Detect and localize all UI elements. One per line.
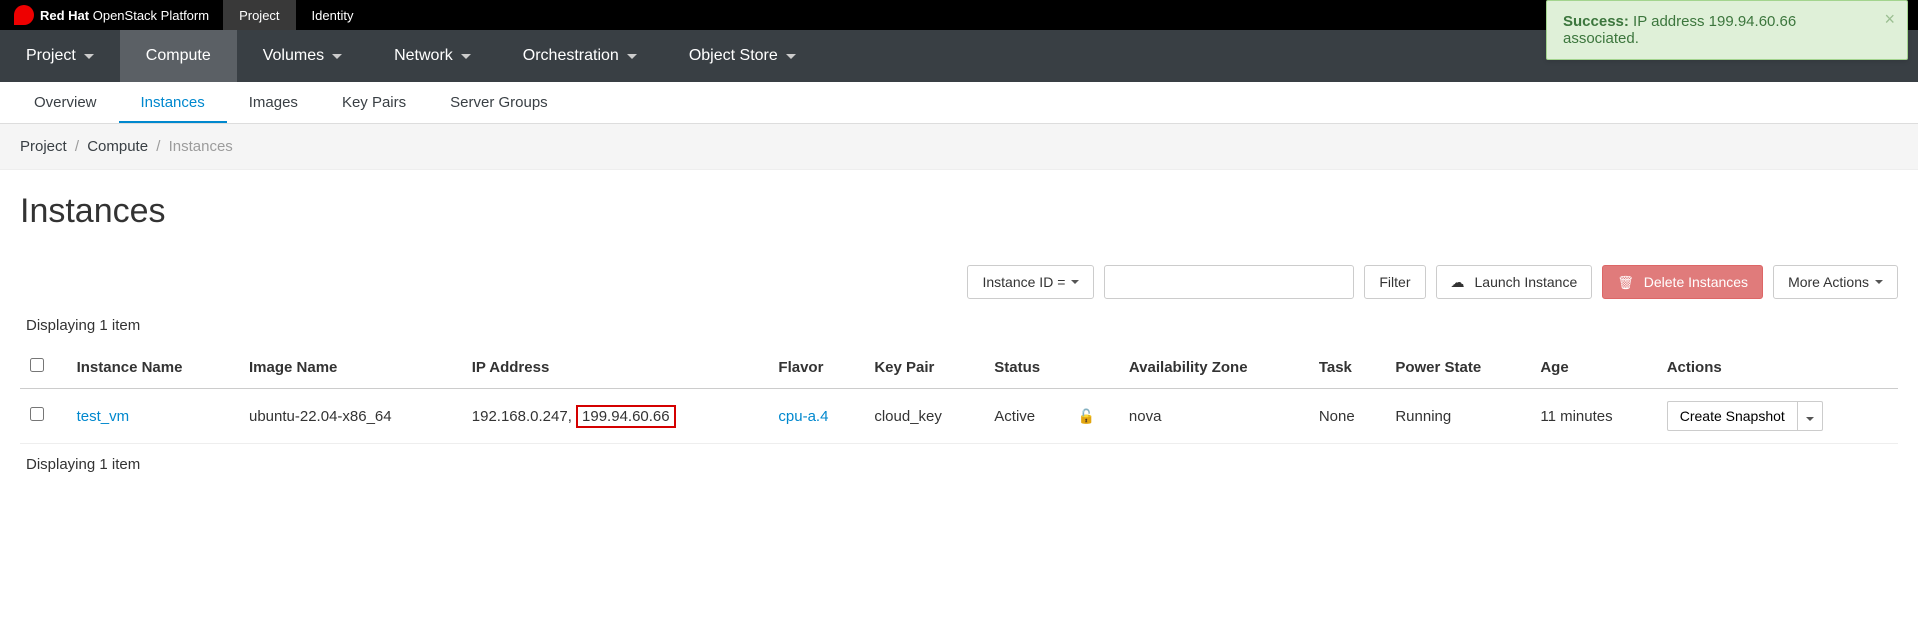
displaying-count-top: Displaying 1 item — [20, 317, 1898, 334]
cell-availability-zone: nova — [1119, 389, 1309, 444]
chevron-down-icon — [1806, 417, 1814, 421]
nav-project[interactable]: Project — [0, 30, 120, 82]
nav-project-label: Project — [26, 47, 76, 65]
breadcrumb-sep-icon: / — [156, 138, 160, 155]
cell-task: None — [1309, 389, 1386, 444]
subnav-instances[interactable]: Instances — [119, 84, 227, 123]
col-availability-zone: Availability Zone — [1119, 346, 1309, 389]
delete-instances-label: Delete Instances — [1644, 274, 1748, 290]
instances-table: Instance Name Image Name IP Address Flav… — [20, 346, 1898, 444]
subnav-server-groups[interactable]: Server Groups — [428, 84, 570, 123]
col-age: Age — [1530, 346, 1656, 389]
col-instance-name: Instance Name — [67, 346, 239, 389]
cell-age: 11 minutes — [1530, 389, 1656, 444]
nav-orchestration[interactable]: Orchestration — [497, 30, 663, 82]
ip-internal: 192.168.0.247, — [472, 408, 572, 425]
select-all-checkbox[interactable] — [30, 358, 44, 372]
page-title: Instances — [20, 192, 1898, 231]
nav-network-label: Network — [394, 47, 453, 65]
chevron-down-icon — [786, 54, 796, 59]
instance-name-link[interactable]: test_vm — [77, 408, 130, 425]
nav-volumes[interactable]: Volumes — [237, 30, 368, 82]
displaying-count-bottom: Displaying 1 item — [20, 456, 1898, 473]
col-ip-address: IP Address — [462, 346, 769, 389]
chevron-down-icon — [1875, 280, 1883, 284]
col-flavor: Flavor — [768, 346, 864, 389]
table-toolbar: Instance ID = Filter Launch Instance Del… — [20, 265, 1898, 299]
nav-object-store[interactable]: Object Store — [663, 30, 822, 82]
cell-ip-address: 192.168.0.247, 199.94.60.66 — [462, 389, 769, 444]
nav-compute-label: Compute — [146, 47, 211, 65]
top-tabs: Project Identity — [223, 0, 369, 30]
launch-instance-label: Launch Instance — [1475, 274, 1578, 290]
col-power-state: Power State — [1385, 346, 1530, 389]
filter-field-select[interactable]: Instance ID = — [967, 265, 1094, 299]
nav-network[interactable]: Network — [368, 30, 497, 82]
brand-text: Red Hat OpenStack Platform — [40, 8, 209, 23]
brand: Red Hat OpenStack Platform — [0, 0, 223, 30]
col-actions: Actions — [1657, 346, 1898, 389]
close-icon[interactable]: × — [1884, 9, 1895, 30]
top-tab-project[interactable]: Project — [223, 0, 295, 30]
top-tab-identity[interactable]: Identity — [296, 0, 370, 30]
success-toast: Success: IP address 199.94.60.66 associa… — [1546, 0, 1908, 60]
col-key-pair: Key Pair — [864, 346, 984, 389]
filter-field-label: Instance ID = — [982, 274, 1065, 290]
filter-button[interactable]: Filter — [1364, 265, 1425, 299]
cell-status: Active — [984, 389, 1067, 444]
more-actions-button[interactable]: More Actions — [1773, 265, 1898, 299]
cell-image-name: ubuntu-22.04-x86_64 — [239, 389, 462, 444]
chevron-down-icon — [1071, 280, 1079, 284]
chevron-down-icon — [332, 54, 342, 59]
filter-input[interactable] — [1104, 265, 1354, 299]
chevron-down-icon — [84, 54, 94, 59]
toast-prefix: Success: — [1563, 13, 1629, 30]
cell-key-pair: cloud_key — [864, 389, 984, 444]
breadcrumb-compute[interactable]: Compute — [87, 138, 148, 155]
redhat-logo-icon — [14, 5, 34, 25]
trash-icon — [1617, 274, 1638, 291]
breadcrumb-instances: Instances — [169, 138, 233, 155]
nav-object-store-label: Object Store — [689, 47, 778, 65]
launch-instance-button[interactable]: Launch Instance — [1436, 265, 1593, 299]
nav-compute[interactable]: Compute — [120, 30, 237, 82]
subnav-overview[interactable]: Overview — [12, 84, 119, 123]
delete-instances-button[interactable]: Delete Instances — [1602, 265, 1763, 299]
more-actions-label: More Actions — [1788, 274, 1869, 290]
breadcrumb-project[interactable]: Project — [20, 138, 67, 155]
subnav-images[interactable]: Images — [227, 84, 320, 123]
nav-volumes-label: Volumes — [263, 47, 324, 65]
cloud-up-icon — [1451, 274, 1469, 291]
nav-orchestration-label: Orchestration — [523, 47, 619, 65]
cell-power-state: Running — [1385, 389, 1530, 444]
chevron-down-icon — [627, 54, 637, 59]
row-checkbox[interactable] — [30, 407, 44, 421]
table-row: test_vm ubuntu-22.04-x86_64 192.168.0.24… — [20, 389, 1898, 444]
breadcrumb: Project / Compute / Instances — [0, 124, 1918, 170]
flavor-link[interactable]: cpu-a.4 — [778, 408, 828, 425]
breadcrumb-sep-icon: / — [75, 138, 79, 155]
subnav-key-pairs[interactable]: Key Pairs — [320, 84, 428, 123]
row-actions-dropdown[interactable] — [1798, 401, 1823, 431]
create-snapshot-button[interactable]: Create Snapshot — [1667, 401, 1798, 431]
sub-nav: Overview Instances Images Key Pairs Serv… — [0, 82, 1918, 124]
chevron-down-icon — [461, 54, 471, 59]
col-task: Task — [1309, 346, 1386, 389]
ip-floating-highlighted: 199.94.60.66 — [576, 405, 676, 428]
unlock-icon: 🔓 — [1078, 408, 1095, 424]
col-image-name: Image Name — [239, 346, 462, 389]
col-status: Status — [984, 346, 1119, 389]
